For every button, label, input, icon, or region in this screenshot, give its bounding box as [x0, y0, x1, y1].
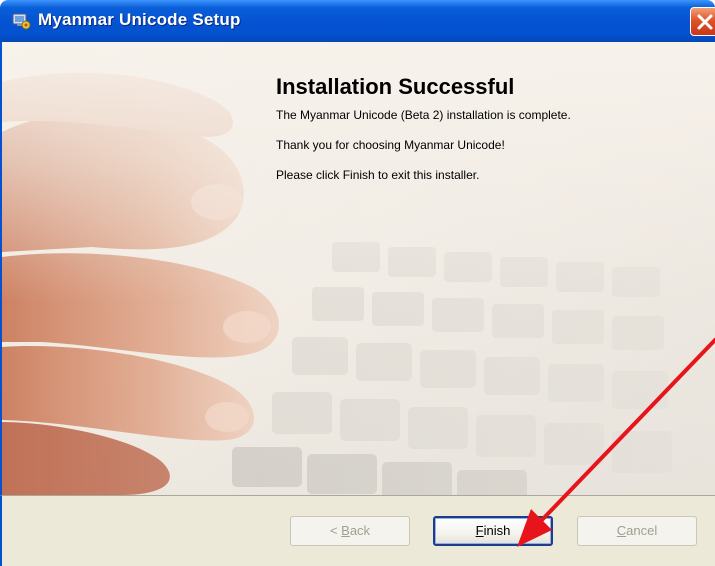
wizard-panel: Installation Successful The Myanmar Unic…: [0, 42, 715, 495]
button-bar: < Back Finish Cancel: [0, 495, 715, 566]
page-title: Installation Successful: [276, 74, 515, 99]
back-button-mnemonic: B: [341, 523, 350, 538]
install-complete-text: The Myanmar Unicode (Beta 2) installatio…: [276, 108, 571, 122]
setup-window: Myanmar Unicode Setup Installation Succe…: [0, 0, 715, 566]
window-title: Myanmar Unicode Setup: [38, 10, 241, 29]
instruction-text: Please click Finish to exit this install…: [276, 168, 480, 182]
thank-you-text: Thank you for choosing Myanmar Unicode!: [276, 138, 505, 152]
completion-message: Installation Successful The Myanmar Unic…: [276, 74, 715, 198]
back-button-prefix: <: [329, 523, 342, 538]
cancel-button[interactable]: Cancel: [577, 516, 697, 546]
back-button-label: ack: [349, 523, 371, 538]
finish-button[interactable]: Finish: [433, 516, 553, 546]
close-button[interactable]: [690, 7, 715, 36]
setup-icon: [11, 11, 31, 31]
cancel-button-label: ancel: [626, 523, 658, 538]
title-bar[interactable]: Myanmar Unicode Setup: [0, 0, 715, 42]
cancel-button-mnemonic: C: [616, 523, 627, 538]
close-icon: [697, 14, 713, 30]
back-button[interactable]: < Back: [290, 516, 410, 546]
finish-button-label: inish: [483, 523, 511, 538]
finish-button-mnemonic: F: [475, 523, 484, 538]
